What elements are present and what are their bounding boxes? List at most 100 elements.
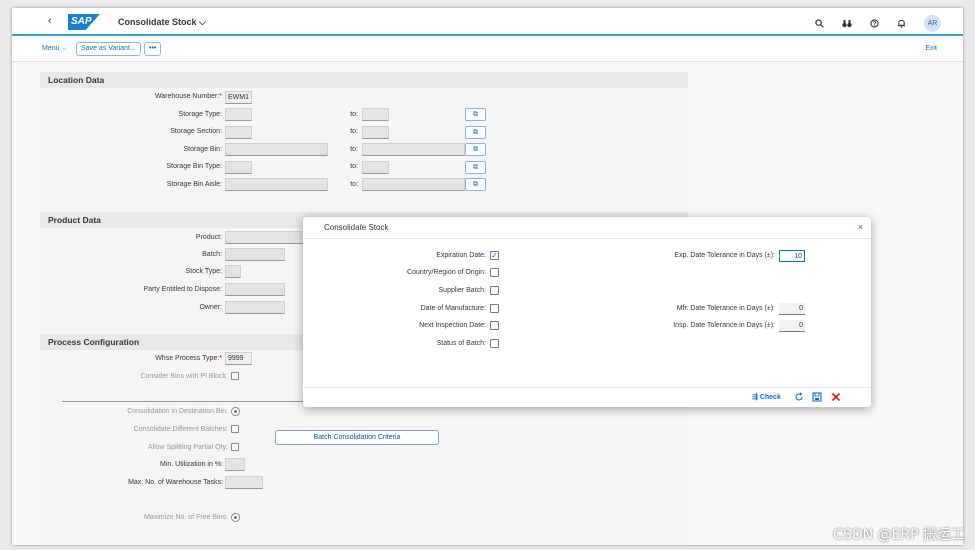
- app-title[interactable]: Consolidate Stock ⌵: [118, 17, 206, 28]
- min-utilization-label: Min. Utilization in %:: [159, 461, 223, 468]
- storage-section-to[interactable]: [362, 126, 389, 139]
- sap-logo: SAP: [68, 14, 100, 30]
- back-button[interactable]: ‹: [48, 15, 52, 27]
- allow-splitting-label: Allow Splitting Partial Qty:: [147, 444, 228, 451]
- save-icon[interactable]: [812, 392, 822, 402]
- value-help-icon[interactable]: ⧉: [465, 161, 486, 174]
- dialog-title: Consolidate Stock: [324, 223, 389, 232]
- stock-type-label: Stock Type:: [185, 268, 222, 275]
- dialog-footer: [303, 387, 871, 407]
- storage-type-to[interactable]: [362, 108, 389, 121]
- status-of-batch-label: Status of Batch:: [436, 340, 486, 347]
- party-entitled-field[interactable]: [225, 283, 285, 296]
- mfr-tolerance-input[interactable]: 0: [779, 303, 805, 315]
- whse-process-type-label-text: Whse Process Type:: [155, 355, 220, 362]
- storage-bin-aisle-label: Storage Bin Aisle:: [166, 181, 222, 188]
- value-help-icon[interactable]: ⧉: [465, 126, 486, 139]
- cancel-icon[interactable]: [831, 392, 841, 402]
- storage-bin-label: Storage Bin:: [183, 146, 222, 153]
- batch-field[interactable]: [225, 248, 285, 261]
- product-section-title: Product Data: [48, 215, 101, 225]
- storage-bin-type-to[interactable]: [362, 161, 389, 174]
- value-help-icon[interactable]: ⧉: [465, 178, 486, 191]
- next-inspection-date-checkbox[interactable]: [490, 321, 499, 330]
- date-of-manufacture-checkbox[interactable]: [490, 304, 499, 313]
- toolbar: Menu ⌵ Save as Variant... ••• Exit: [12, 38, 963, 62]
- to-label: to:: [350, 146, 358, 153]
- storage-bin-to[interactable]: [362, 143, 465, 156]
- whse-process-type-label: Whse Process Type:*: [112, 355, 222, 362]
- reset-icon[interactable]: [794, 392, 804, 402]
- location-section-title: Location Data: [48, 75, 105, 85]
- storage-section-from[interactable]: [225, 126, 252, 139]
- value-help-icon[interactable]: ⧉: [465, 108, 486, 121]
- shell-actions: AR: [815, 15, 941, 32]
- date-of-manufacture-label: Date of Manufacture:: [420, 305, 486, 312]
- consolidate-stock-dialog: Consolidate Stock × Expiration Date: ✓ C…: [303, 217, 871, 407]
- value-help-icon[interactable]: ⧉: [465, 143, 486, 156]
- storage-type-from[interactable]: [225, 108, 252, 121]
- insp-tolerance-input[interactable]: 0: [779, 320, 805, 332]
- maximize-free-bins-label: Maximize No. of Free Bins:: [143, 514, 228, 521]
- consolidation-dest-bin-label: Consolidation in Destination Bin:: [127, 408, 228, 415]
- maximize-free-bins-radio[interactable]: [231, 513, 240, 522]
- bell-icon[interactable]: [897, 19, 906, 28]
- menu-button[interactable]: Menu ⌵: [42, 45, 67, 53]
- warehouse-number-field[interactable]: EWM1: [225, 91, 252, 104]
- close-icon[interactable]: ×: [858, 222, 863, 232]
- mfr-tolerance-label: Mfr. Date Tolerance in Days (±):: [676, 305, 775, 312]
- stock-type-field[interactable]: [225, 265, 241, 278]
- storage-bin-from[interactable]: [225, 143, 328, 156]
- insp-tolerance-label: Insp. Date Tolerance in Days (±):: [673, 322, 775, 329]
- warehouse-number-label-text: Warehouse Number:: [154, 93, 220, 100]
- exit-button[interactable]: Exit: [925, 45, 937, 52]
- whse-process-type-field[interactable]: 9999: [225, 352, 252, 365]
- check-icon: ⇶: [752, 394, 758, 401]
- next-inspection-date-label: Next Inspection Date:: [419, 322, 486, 329]
- consider-bins-label: Consider Bins with PI Block:: [140, 373, 228, 380]
- check-label: Check: [759, 394, 781, 401]
- expiration-date-label: Expiration Date:: [436, 252, 486, 259]
- product-field[interactable]: [225, 231, 305, 244]
- allow-splitting-checkbox[interactable]: [231, 443, 239, 451]
- process-section-title: Process Configuration: [48, 337, 140, 347]
- min-utilization-field[interactable]: [225, 458, 245, 471]
- check-button[interactable]: ⇶ Check: [752, 393, 781, 401]
- to-label: to:: [350, 163, 358, 170]
- owner-label: Owner:: [199, 304, 222, 311]
- logo-text: SAP: [71, 16, 92, 27]
- more-button[interactable]: •••: [144, 42, 162, 56]
- storage-bin-aisle-to[interactable]: [362, 178, 465, 191]
- batch-consolidation-criteria-button[interactable]: Batch Consolidation Criteria: [275, 430, 439, 445]
- product-label: Product:: [195, 234, 222, 241]
- supplier-batch-label: Supplier Batch:: [438, 287, 486, 294]
- country-region-checkbox[interactable]: [490, 268, 499, 277]
- storage-bin-type-from[interactable]: [225, 161, 252, 174]
- search-icon[interactable]: [815, 19, 824, 28]
- country-region-label: Country/Region of Origin:: [407, 269, 486, 276]
- storage-bin-aisle-from[interactable]: [225, 178, 328, 191]
- exp-tolerance-input[interactable]: 10: [779, 250, 805, 262]
- required-mark: *: [219, 93, 222, 100]
- owner-field[interactable]: [225, 301, 285, 314]
- storage-bin-type-label: Storage Bin Type:: [166, 163, 222, 170]
- supplier-batch-checkbox[interactable]: [490, 286, 499, 295]
- party-entitled-label: Party Entitled to Dispose:: [143, 286, 222, 293]
- consolidation-dest-bin-radio[interactable]: [231, 407, 240, 416]
- avatar[interactable]: AR: [924, 15, 941, 32]
- save-as-variant-button[interactable]: Save as Variant...: [76, 42, 141, 56]
- help-icon[interactable]: [870, 19, 879, 28]
- binoculars-icon[interactable]: [842, 19, 852, 28]
- exp-tolerance-label: Exp. Date Tolerance in Days (±):: [674, 252, 775, 259]
- expiration-date-checkbox[interactable]: ✓: [490, 251, 499, 260]
- chevron-down-icon: ⌵: [199, 17, 206, 27]
- storage-section-label: Storage Section:: [170, 128, 222, 135]
- required-mark: *: [219, 355, 222, 362]
- consolidate-batches-checkbox[interactable]: [231, 425, 239, 433]
- max-tasks-label: Max. No. of Warehouse Tasks:: [128, 479, 223, 486]
- watermark: CSDN @ERP 搬运工: [833, 527, 965, 543]
- max-tasks-field[interactable]: [225, 476, 263, 489]
- status-of-batch-checkbox[interactable]: [490, 339, 499, 348]
- consider-bins-checkbox[interactable]: [231, 372, 239, 380]
- shell-bar: ‹ SAP Consolidate Stock ⌵ AR: [12, 8, 963, 36]
